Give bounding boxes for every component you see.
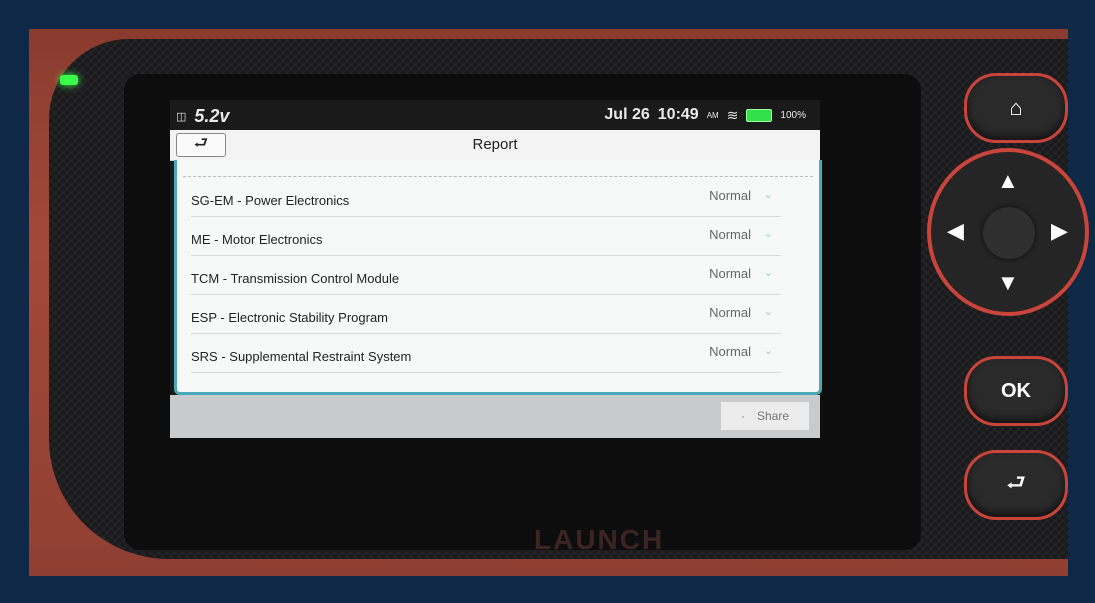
ok-button[interactable]: OK — [964, 356, 1068, 426]
system-status: Normal — [709, 266, 751, 281]
status-ampm: AM — [706, 110, 719, 120]
chevron-down-icon[interactable]: ⌄ — [764, 227, 773, 240]
share-icon: · — [740, 409, 745, 423]
arrow-right-icon[interactable]: ▶ — [1051, 218, 1068, 244]
page-title: Report — [472, 136, 518, 153]
system-row[interactable]: SG-EM - Power Electronics Normal ⌄ — [191, 178, 781, 217]
system-row[interactable]: ESP - Electronic Stability Program Normal… — [191, 295, 781, 334]
dpad-center[interactable] — [983, 207, 1035, 259]
dpad[interactable]: ▲ ◀ ▶ ▼ — [927, 148, 1089, 316]
battery-percent: 100% — [780, 109, 806, 121]
arrow-up-icon[interactable]: ▲ — [997, 168, 1019, 194]
system-name: TCM - Transmission Control Module — [191, 271, 400, 286]
ok-label: OK — [1001, 379, 1031, 402]
battery-voltage-icon: ◫ — [176, 111, 187, 123]
wifi-icon: ≋ — [726, 106, 739, 123]
chevron-down-icon[interactable]: ⌄ — [764, 344, 773, 357]
battery-icon — [746, 108, 773, 122]
system-name: SG-EM - Power Electronics — [191, 193, 350, 208]
system-status: Normal — [709, 227, 751, 242]
system-status: Normal — [709, 188, 751, 203]
chevron-down-icon[interactable]: ⌄ — [764, 305, 773, 318]
system-status: Normal — [709, 344, 751, 359]
arrow-down-icon[interactable]: ▼ — [997, 270, 1019, 296]
return-button[interactable]: ⮐ — [964, 450, 1068, 520]
divider — [183, 176, 813, 177]
voltage-readout: 5.2v — [194, 106, 230, 126]
status-time: 10:49 — [657, 106, 699, 123]
footer-bar: · Share — [170, 395, 820, 438]
status-date: Jul 26 — [604, 106, 650, 123]
return-icon: ⮐ — [1006, 470, 1026, 495]
system-name: SRS - Supplemental Restraint System — [191, 349, 412, 364]
chevron-down-icon[interactable]: ⌄ — [764, 188, 773, 201]
header-bar: ⮐ Report — [170, 130, 820, 161]
power-led — [60, 75, 78, 85]
share-label: Share — [756, 409, 790, 423]
system-name: ME - Motor Electronics — [191, 232, 323, 247]
system-row[interactable]: TCM - Transmission Control Module Normal ⌄ — [191, 256, 781, 295]
device-screen: ◫ 5.2v Jul 26 10:49 AM ≋ 100% ⮐ Report S… — [170, 100, 822, 438]
system-row[interactable]: ME - Motor Electronics Normal ⌄ — [191, 217, 781, 256]
share-button[interactable]: · Share — [720, 401, 810, 431]
chevron-down-icon[interactable]: ⌄ — [764, 266, 773, 279]
system-row[interactable]: SRS - Supplemental Restraint System Norma… — [191, 334, 781, 373]
report-list: SG-EM - Power Electronics Normal ⌄ ME - Mot… — [174, 160, 822, 395]
home-button[interactable]: ⌂ — [964, 73, 1068, 143]
brand-logo: LAUNCH — [534, 524, 665, 555]
home-icon: ⌂ — [1009, 95, 1023, 120]
system-name: ESP - Electronic Stability Program — [191, 310, 388, 325]
arrow-left-icon[interactable]: ◀ — [947, 218, 964, 244]
status-bar: ◫ 5.2v Jul 26 10:49 AM ≋ 100% — [170, 100, 820, 128]
system-status: Normal — [709, 305, 751, 320]
